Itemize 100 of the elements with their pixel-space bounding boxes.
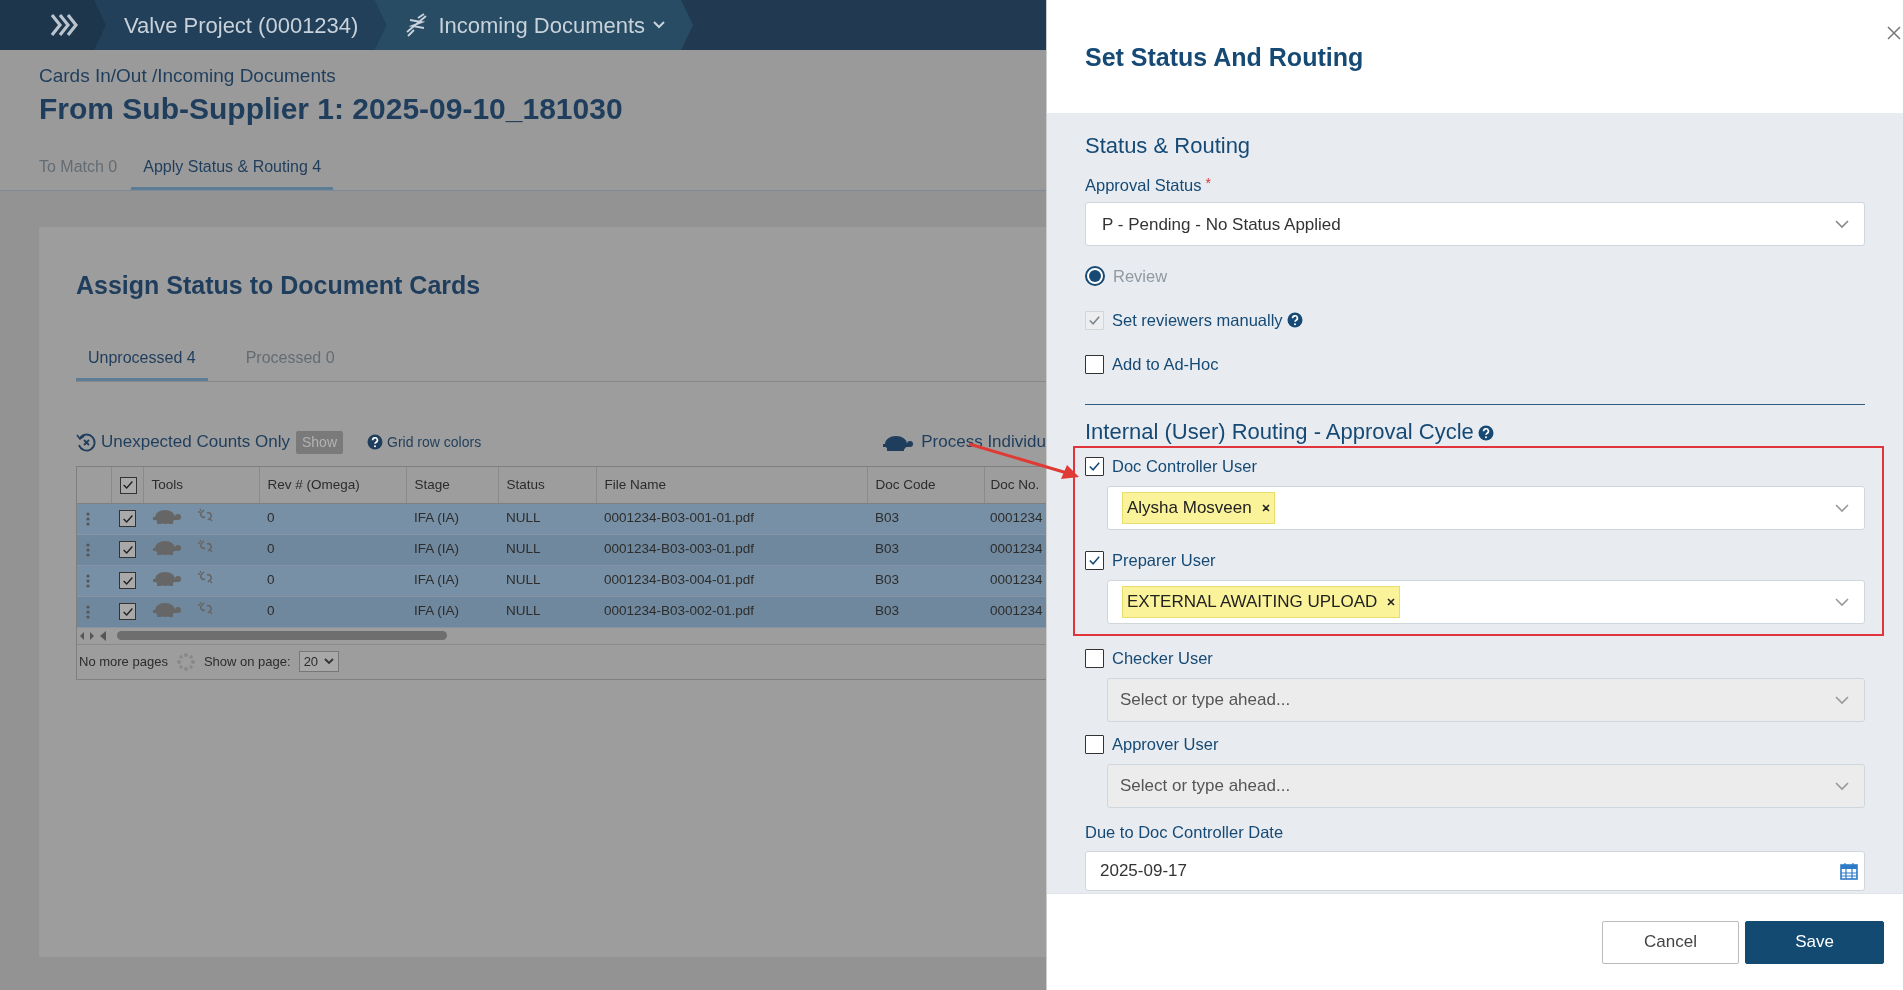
checkbox[interactable]	[119, 510, 136, 528]
checkbox[interactable]	[119, 603, 136, 621]
scroll-left-icon[interactable]	[99, 629, 107, 642]
column-header: File Name	[604, 476, 666, 492]
chevron-down-icon[interactable]	[1834, 694, 1850, 705]
table-cell: 0001234	[990, 572, 1043, 588]
broken-link-icon[interactable]	[197, 569, 213, 586]
remove-icon[interactable]	[1387, 597, 1396, 606]
field-label: Approver User	[1112, 734, 1219, 756]
table-cell: 0	[267, 603, 275, 619]
table-cell: B03	[875, 510, 900, 526]
breadcrumb-link[interactable]: Incoming Documents	[374, 0, 694, 50]
page-size-select[interactable]: 20	[298, 650, 340, 673]
table-cell: NULL	[506, 603, 541, 619]
table-cell: NULL	[506, 541, 541, 557]
column-header: Tools	[151, 476, 183, 492]
paging-status: No more pages	[79, 652, 168, 671]
table-cell: B03	[875, 541, 900, 557]
grid-colors-link[interactable]: Grid row colors	[387, 431, 482, 453]
clock-x-icon	[76, 431, 97, 453]
field-label: Preparer User	[1112, 550, 1216, 572]
table-cell: 0001234	[990, 541, 1043, 557]
radio-dot-icon	[1089, 270, 1101, 283]
scroll-left-icon[interactable]	[79, 630, 85, 641]
chevron-down-icon[interactable]	[1834, 780, 1850, 791]
table-cell: 0001234	[990, 603, 1043, 619]
remove-icon[interactable]	[1261, 503, 1270, 512]
column-header: Stage	[414, 476, 450, 492]
checkbox[interactable]	[1085, 551, 1104, 571]
dialog-title: Set Status And Routing	[1085, 42, 1365, 72]
caret-icon	[653, 21, 666, 29]
table-cell: IFA (IA)	[414, 603, 459, 619]
table-cell: 0	[267, 510, 275, 526]
column-header: Status	[506, 476, 545, 492]
save-button[interactable]: Save	[1745, 920, 1884, 964]
broken-link-icon[interactable]	[197, 507, 213, 524]
checkbox[interactable]	[1085, 649, 1104, 669]
chevrons-logo-icon[interactable]	[50, 13, 78, 37]
option-label: Add to Ad-Hoc	[1112, 354, 1219, 375]
option-label: Review	[1113, 266, 1168, 287]
user-tag[interactable]: Alysha Mosveen	[1122, 492, 1275, 524]
table-cell: 0001234	[990, 510, 1043, 526]
required-mark: *	[1205, 175, 1211, 192]
scroll-right-icon[interactable]	[89, 630, 95, 641]
status-select[interactable]: P - Pending - No Status Applied	[1085, 202, 1865, 247]
column-header: Doc No.	[990, 476, 1040, 492]
user-select[interactable]: Select or type ahead...	[1107, 677, 1865, 722]
tab[interactable]: Apply Status & Routing 4	[131, 150, 334, 190]
card-title: Assign Status to Document Cards	[76, 269, 482, 301]
chevron-down-icon[interactable]	[1834, 502, 1850, 513]
drag-handle-icon[interactable]	[85, 603, 91, 620]
chevron-down-icon	[324, 658, 335, 665]
drag-handle-icon[interactable]	[85, 572, 91, 589]
user-tag[interactable]: EXTERNAL AWAITING UPLOAD	[1122, 586, 1401, 618]
checkbox[interactable]	[119, 541, 136, 559]
chevron-down-icon[interactable]	[1834, 596, 1850, 607]
calendar-icon[interactable]	[1840, 861, 1858, 880]
table-cell: 0001234-B03-003-01.pdf	[604, 541, 755, 557]
user-select[interactable]: EXTERNAL AWAITING UPLOAD	[1107, 579, 1865, 624]
breadcrumb-link[interactable]: Valve Project (0001234)	[94, 0, 387, 50]
checkbox[interactable]	[119, 572, 136, 590]
checkbox[interactable]	[1085, 735, 1104, 755]
help-icon[interactable]	[1477, 424, 1494, 441]
field-label: Approval Status	[1085, 176, 1202, 195]
drag-handle-icon[interactable]	[85, 510, 91, 527]
table-cell: B03	[875, 572, 900, 588]
close-icon[interactable]	[1887, 26, 1901, 40]
scrollbar-thumb[interactable]	[117, 631, 447, 640]
checkbox[interactable]	[119, 476, 137, 494]
field-label: Doc Controller User	[1112, 456, 1257, 478]
tab[interactable]: Unprocessed 4	[76, 342, 208, 381]
page-size-label: Show on page:	[203, 652, 291, 671]
turtle-icon[interactable]	[881, 433, 914, 451]
field-label: Due to Doc Controller Date	[1085, 821, 1285, 843]
date-field[interactable]: 2025-09-17	[1085, 850, 1865, 891]
table-cell: 0001234-B03-002-01.pdf	[604, 603, 755, 619]
column-header: Doc Code	[875, 476, 936, 492]
checkbox[interactable]	[1085, 354, 1104, 374]
table-cell: NULL	[506, 510, 541, 526]
user-select[interactable]: Alysha Mosveen	[1107, 485, 1865, 530]
table-cell: 0	[267, 541, 275, 557]
help-icon[interactable]	[367, 434, 384, 450]
section-heading: Status & Routing	[1085, 133, 1252, 160]
breadcrumb: Cards In/Out /Incoming Documents	[39, 64, 337, 88]
table-cell: IFA (IA)	[414, 510, 459, 526]
drag-handle-icon[interactable]	[85, 541, 91, 558]
table-cell: 0001234-B03-004-01.pdf	[604, 572, 755, 588]
table-cell: IFA (IA)	[414, 541, 459, 557]
filter-label: Unexpected Counts Only	[101, 431, 290, 454]
cancel-button[interactable]: Cancel	[1602, 920, 1739, 964]
table-cell: B03	[875, 603, 900, 619]
user-select[interactable]: Select or type ahead...	[1107, 763, 1865, 808]
table-cell: NULL	[506, 572, 541, 588]
chevron-down-icon[interactable]	[1834, 219, 1850, 230]
option-label: Set reviewers manually	[1112, 310, 1283, 331]
field-label: Checker User	[1112, 648, 1213, 670]
section-heading: Internal (User) Routing - Approval Cycle	[1085, 419, 1474, 446]
table-cell: 0001234-B03-001-01.pdf	[604, 510, 755, 526]
page-title: From Sub-Supplier 1: 2025-09-10_181030	[39, 90, 624, 127]
checkbox[interactable]	[1085, 457, 1104, 477]
